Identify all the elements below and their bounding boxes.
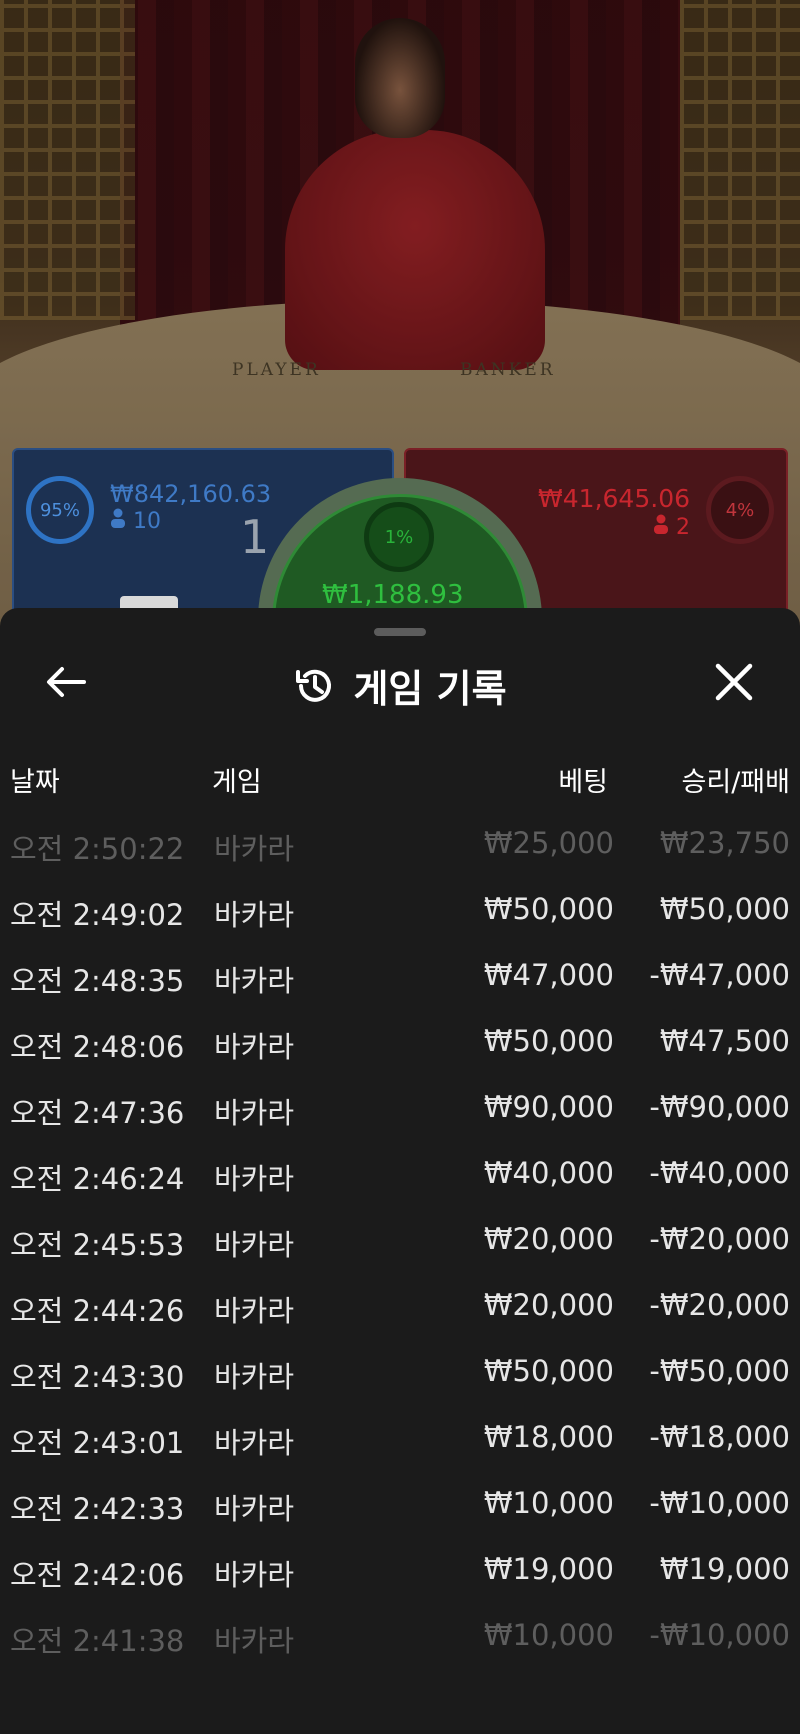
row-date: 오전 2:50:22 xyxy=(10,832,185,866)
row-bet: ₩25,000 xyxy=(483,826,614,860)
column-header-game: 게임 xyxy=(212,767,262,798)
user-icon xyxy=(654,514,668,534)
row-bet: ₩47,000 xyxy=(483,958,614,992)
table-row[interactable]: 오전 2:47:36 바카라 ₩90,000 -₩90,000 xyxy=(0,1080,800,1146)
banker-count-value: 2 xyxy=(676,515,690,540)
row-result: -₩20,000 xyxy=(649,1222,790,1256)
banker-percent: 4% xyxy=(725,499,755,521)
column-header-bet: 베팅 xyxy=(558,767,608,798)
row-result: -₩40,000 xyxy=(649,1156,790,1190)
table-row[interactable]: 오전 2:45:53 바카라 ₩20,000 -₩20,000 xyxy=(0,1212,800,1278)
row-game: 바카라 xyxy=(214,1558,295,1592)
row-result: ₩19,000 xyxy=(659,1552,790,1586)
user-icon xyxy=(111,508,125,528)
row-result: -₩47,000 xyxy=(649,958,790,992)
row-result: -₩20,000 xyxy=(649,1288,790,1322)
row-bet: ₩18,000 xyxy=(483,1420,614,1454)
table-row[interactable]: 오전 2:43:30 바카라 ₩50,000 -₩50,000 xyxy=(0,1344,800,1410)
row-date: 오전 2:44:26 xyxy=(10,1294,185,1328)
row-date: 오전 2:49:02 xyxy=(10,898,185,932)
close-button[interactable] xyxy=(708,656,760,708)
table-row[interactable]: 오전 2:41:38 바카라 ₩10,000 -₩10,000 xyxy=(0,1608,800,1674)
row-date: 오전 2:45:53 xyxy=(10,1228,185,1262)
table-row[interactable]: 오전 2:48:35 바카라 ₩47,000 -₩47,000 xyxy=(0,948,800,1014)
page-title: 게임 기록 xyxy=(353,667,507,711)
player-percent: 95% xyxy=(39,499,80,521)
sheet-drag-handle[interactable] xyxy=(374,628,426,636)
table-row[interactable]: 오전 2:46:24 바카라 ₩40,000 -₩40,000 xyxy=(0,1146,800,1212)
banker-percent-ring: 4% xyxy=(706,476,774,544)
row-bet: ₩10,000 xyxy=(483,1486,614,1520)
row-game: 바카라 xyxy=(214,1096,295,1130)
row-result: -₩50,000 xyxy=(649,1354,790,1388)
tie-percent-ring: 1% xyxy=(364,502,434,572)
row-date: 오전 2:47:36 xyxy=(10,1096,185,1130)
row-game: 바카라 xyxy=(214,1228,295,1262)
row-game: 바카라 xyxy=(214,1492,295,1526)
banker-total-amount: ₩41,645.06 xyxy=(538,484,690,513)
table-row[interactable]: 오전 2:43:01 바카라 ₩18,000 -₩18,000 xyxy=(0,1410,800,1476)
table-row[interactable]: 오전 2:48:06 바카라 ₩50,000 ₩47,500 xyxy=(0,1014,800,1080)
row-game: 바카라 xyxy=(214,964,295,998)
row-game: 바카라 xyxy=(214,1294,295,1328)
row-game: 바카라 xyxy=(214,1162,295,1196)
row-bet: ₩40,000 xyxy=(483,1156,614,1190)
table-header: 날짜 게임 베팅 승리/패배 xyxy=(0,760,800,810)
tie-total-amount: ₩1,188.93 xyxy=(322,580,464,610)
sheet-header: 게임 기록 xyxy=(0,658,800,713)
tie-percent: 1% xyxy=(384,526,414,548)
row-result: ₩50,000 xyxy=(659,892,790,926)
player-total-amount: ₩842,160.63 xyxy=(110,480,272,508)
table-row[interactable]: 오전 2:49:02 바카라 ₩50,000 ₩50,000 xyxy=(0,882,800,948)
row-date: 오전 2:43:01 xyxy=(10,1426,185,1460)
row-date: 오전 2:42:06 xyxy=(10,1558,185,1592)
row-date: 오전 2:41:38 xyxy=(10,1624,185,1658)
game-history-sheet: 게임 기록 날짜 게임 베팅 승리/패배 오전 2:50:22 바카라 ₩25,00… xyxy=(0,608,800,1734)
column-header-result: 승리/패배 xyxy=(681,767,790,798)
row-result: -₩90,000 xyxy=(649,1090,790,1124)
history-list[interactable]: 오전 2:50:22 바카라 ₩25,000 ₩23,750 오전 2:49:02 바카라… xyxy=(0,816,800,1674)
table-row[interactable]: 오전 2:44:26 바카라 ₩20,000 -₩20,000 xyxy=(0,1278,800,1344)
player-percent-ring: 95% xyxy=(26,476,94,544)
row-bet: ₩50,000 xyxy=(483,1024,614,1058)
row-date: 오전 2:48:06 xyxy=(10,1030,185,1064)
row-bet: ₩20,000 xyxy=(483,1288,614,1322)
row-date: 오전 2:46:24 xyxy=(10,1162,185,1196)
row-bet: ₩50,000 xyxy=(483,892,614,926)
row-game: 바카라 xyxy=(214,1624,295,1658)
table-row[interactable]: 오전 2:42:06 바카라 ₩19,000 ₩19,000 xyxy=(0,1542,800,1608)
row-result: ₩47,500 xyxy=(659,1024,790,1058)
row-bet: ₩19,000 xyxy=(483,1552,614,1586)
player-count-value: 10 xyxy=(133,509,161,534)
row-game: 바카라 xyxy=(214,1030,295,1064)
row-date: 오전 2:43:30 xyxy=(10,1360,185,1394)
row-game: 바카라 xyxy=(214,1426,295,1460)
banker-count: 2 xyxy=(653,514,690,540)
row-result: ₩23,750 xyxy=(659,826,790,860)
row-bet: ₩20,000 xyxy=(483,1222,614,1256)
row-game: 바카라 xyxy=(214,1360,295,1394)
row-result: -₩10,000 xyxy=(649,1618,790,1652)
row-bet: ₩10,000 xyxy=(483,1618,614,1652)
close-icon xyxy=(715,663,753,701)
column-header-date: 날짜 xyxy=(10,767,60,798)
row-game: 바카라 xyxy=(214,832,295,866)
player-count: 10 xyxy=(110,508,161,534)
table-row[interactable]: 오전 2:50:22 바카라 ₩25,000 ₩23,750 xyxy=(0,816,800,882)
row-date: 오전 2:42:33 xyxy=(10,1492,185,1526)
row-game: 바카라 xyxy=(214,898,295,932)
player-score: 1 xyxy=(240,510,270,564)
row-result: -₩18,000 xyxy=(649,1420,790,1454)
row-bet: ₩90,000 xyxy=(483,1090,614,1124)
history-icon xyxy=(296,669,332,702)
row-date: 오전 2:48:35 xyxy=(10,964,185,998)
table-row[interactable]: 오전 2:42:33 바카라 ₩10,000 -₩10,000 xyxy=(0,1476,800,1542)
row-bet: ₩50,000 xyxy=(483,1354,614,1388)
row-result: -₩10,000 xyxy=(649,1486,790,1520)
